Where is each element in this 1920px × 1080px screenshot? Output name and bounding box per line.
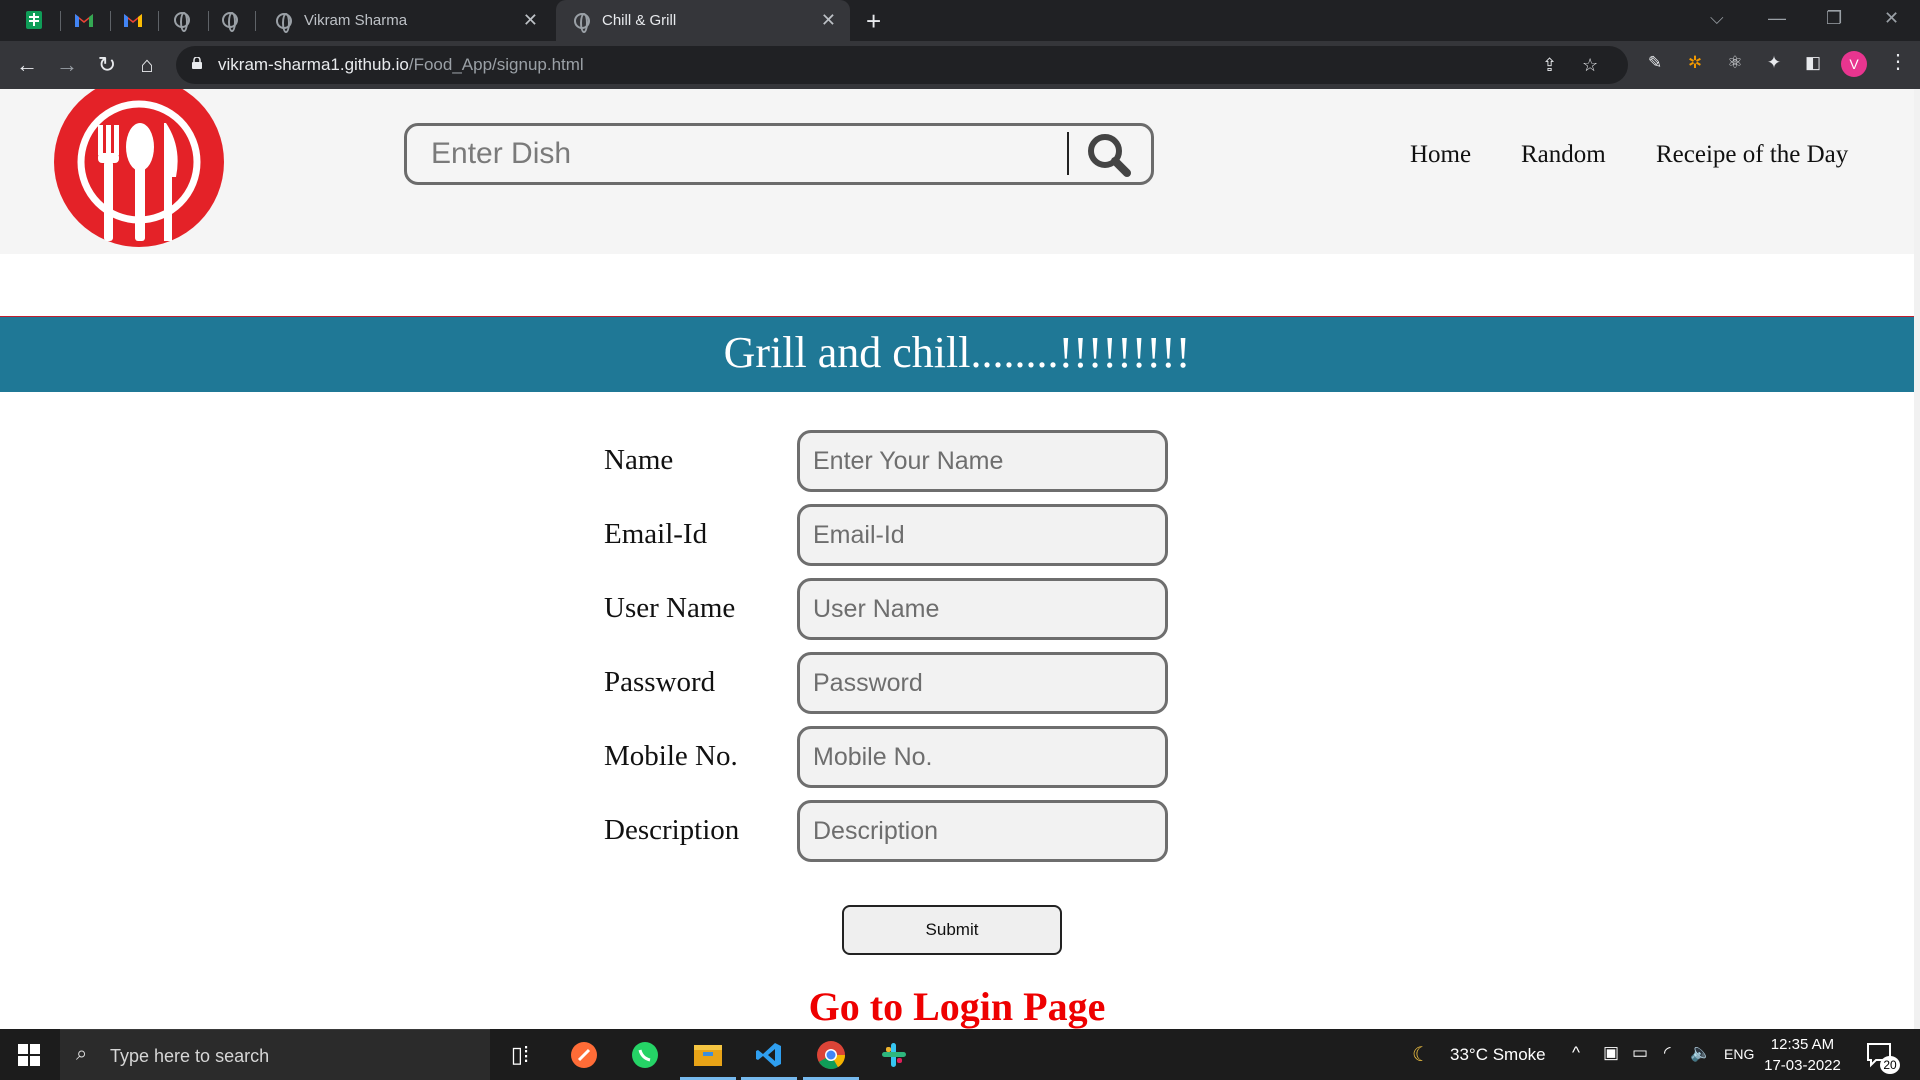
- react-devtools-icon[interactable]: ⚛: [1724, 52, 1746, 74]
- minimize-icon[interactable]: —: [1768, 8, 1786, 29]
- site-header: Home Random Receipe of the Day: [0, 89, 1914, 254]
- eyedropper-extension-icon[interactable]: ✎: [1644, 52, 1666, 74]
- tab-title: Chill & Grill: [602, 12, 677, 29]
- task-view-icon[interactable]: ▯⁞: [502, 1037, 538, 1073]
- forward-icon[interactable]: →: [52, 50, 82, 80]
- clock-date[interactable]: 17-03-2022: [1755, 1057, 1850, 1074]
- mobile-input[interactable]: [797, 726, 1168, 788]
- browser-tab-bar: Vikram Sharma ✕ Chill & Grill ✕ + ⌵ — ❐ …: [0, 0, 1920, 41]
- search-icon: [1088, 134, 1131, 177]
- nav-recipe-of-the-day[interactable]: Receipe of the Day: [1656, 141, 1848, 169]
- tab-title: Vikram Sharma: [304, 12, 408, 29]
- description-input[interactable]: [797, 800, 1168, 862]
- chrome-app-icon[interactable]: [813, 1037, 849, 1073]
- dish-search-box: [404, 123, 1154, 185]
- globe-icon: [574, 12, 590, 33]
- url-path: /Food_App/signup.html: [408, 55, 584, 74]
- username-label: User Name: [604, 592, 736, 624]
- password-label: Password: [604, 666, 716, 698]
- dish-search-input[interactable]: [431, 134, 1061, 174]
- puzzle-extensions-icon[interactable]: ✦: [1763, 52, 1785, 74]
- tab-separator: [255, 11, 256, 31]
- close-window-icon[interactable]: ✕: [1884, 8, 1899, 29]
- username-input[interactable]: [797, 578, 1168, 640]
- tab-separator: [208, 11, 209, 31]
- bookmark-star-icon[interactable]: ☆: [1582, 55, 1598, 76]
- email-input[interactable]: [797, 504, 1168, 566]
- search-icon: ⌕: [76, 1043, 88, 1065]
- new-tab-button[interactable]: +: [866, 6, 881, 37]
- description-label: Description: [604, 814, 740, 846]
- notification-count-badge: 20: [1880, 1056, 1900, 1074]
- tab-chill-grill[interactable]: Chill & Grill ✕: [556, 0, 850, 41]
- nav-home[interactable]: Home: [1410, 141, 1471, 169]
- name-input[interactable]: [797, 430, 1168, 492]
- google-sheets-tab-icon[interactable]: [22, 8, 46, 32]
- globe-icon: [276, 12, 292, 33]
- nav-random[interactable]: Random: [1521, 141, 1606, 169]
- url-domain: vikram-sharma1.github.io: [218, 55, 409, 74]
- back-icon[interactable]: ←: [12, 50, 42, 80]
- password-input[interactable]: [797, 652, 1168, 714]
- weather-icon[interactable]: ☾: [1412, 1042, 1430, 1067]
- globe-tab-icon[interactable]: [218, 8, 242, 32]
- taskbar-search-placeholder: Type here to search: [110, 1046, 270, 1066]
- name-label: Name: [604, 444, 674, 476]
- profile-avatar[interactable]: V: [1841, 51, 1867, 77]
- restore-icon[interactable]: ❐: [1826, 8, 1842, 29]
- whatsapp-app-icon[interactable]: [627, 1037, 663, 1073]
- side-panel-icon[interactable]: ◧: [1802, 52, 1824, 74]
- submit-button[interactable]: Submit: [842, 905, 1062, 955]
- battery-icon[interactable]: ▭: [1632, 1043, 1648, 1063]
- mobile-label: Mobile No.: [604, 740, 738, 772]
- page-scrollbar[interactable]: [1914, 89, 1920, 1029]
- windows-start-icon[interactable]: [18, 1044, 40, 1066]
- taskbar-search[interactable]: ⌕ Type here to search: [60, 1029, 490, 1080]
- welcome-banner: Grill and chill........!!!!!!!!!: [0, 316, 1914, 392]
- browser-toolbar: ← → ↻ ⌂ vikram-sharma1.github.io/Food_Ap…: [0, 41, 1920, 89]
- extension-icon[interactable]: ✲: [1684, 52, 1706, 74]
- meet-now-icon[interactable]: ▣: [1603, 1043, 1619, 1063]
- wifi-icon[interactable]: ◜: [1664, 1043, 1671, 1063]
- home-icon[interactable]: ⌂: [132, 50, 162, 80]
- close-icon[interactable]: ✕: [821, 10, 836, 31]
- globe-tab-icon[interactable]: [170, 8, 194, 32]
- tab-separator: [60, 11, 61, 31]
- lock-icon: [192, 57, 202, 69]
- login-page-link[interactable]: Go to Login Page: [0, 983, 1914, 1029]
- weather-text[interactable]: 33°C Smoke: [1450, 1045, 1546, 1065]
- slack-app-icon[interactable]: [876, 1037, 912, 1073]
- search-divider: [1067, 132, 1069, 175]
- tab-separator: [158, 11, 159, 31]
- banner-title: Grill and chill........!!!!!!!!!: [723, 328, 1191, 377]
- close-icon[interactable]: ✕: [523, 10, 538, 31]
- tab-separator: [110, 11, 111, 31]
- url-text: vikram-sharma1.github.io/Food_App/signup…: [218, 55, 584, 75]
- gmail-tab-icon[interactable]: [121, 8, 145, 32]
- email-label: Email-Id: [604, 518, 708, 550]
- gmail-tab-icon[interactable]: [72, 8, 96, 32]
- menu-icon[interactable]: ⋮: [1888, 49, 1908, 74]
- vscode-app-icon[interactable]: [751, 1037, 787, 1073]
- share-icon[interactable]: ⇪: [1542, 55, 1557, 76]
- address-bar[interactable]: vikram-sharma1.github.io/Food_App/signup…: [176, 46, 1628, 84]
- postman-app-icon[interactable]: [566, 1037, 602, 1073]
- tab-vikram-sharma[interactable]: Vikram Sharma ✕: [258, 0, 552, 41]
- file-explorer-app-icon[interactable]: [690, 1037, 726, 1073]
- reload-icon[interactable]: ↻: [92, 50, 122, 80]
- search-button[interactable]: [1079, 130, 1139, 180]
- clock-time[interactable]: 12:35 AM: [1755, 1036, 1850, 1053]
- page-viewport: Home Random Receipe of the Day Grill and…: [0, 89, 1914, 1029]
- tab-search-icon[interactable]: ⌵: [1710, 8, 1724, 29]
- restaurant-logo[interactable]: [54, 89, 224, 247]
- windows-taskbar: ⌕ Type here to search ▯⁞ ☾ 33°C Smoke ^ …: [0, 1029, 1920, 1080]
- show-hidden-icons-icon[interactable]: ^: [1572, 1043, 1580, 1063]
- volume-icon[interactable]: 🔈: [1690, 1043, 1711, 1063]
- language-indicator[interactable]: ENG: [1724, 1046, 1754, 1062]
